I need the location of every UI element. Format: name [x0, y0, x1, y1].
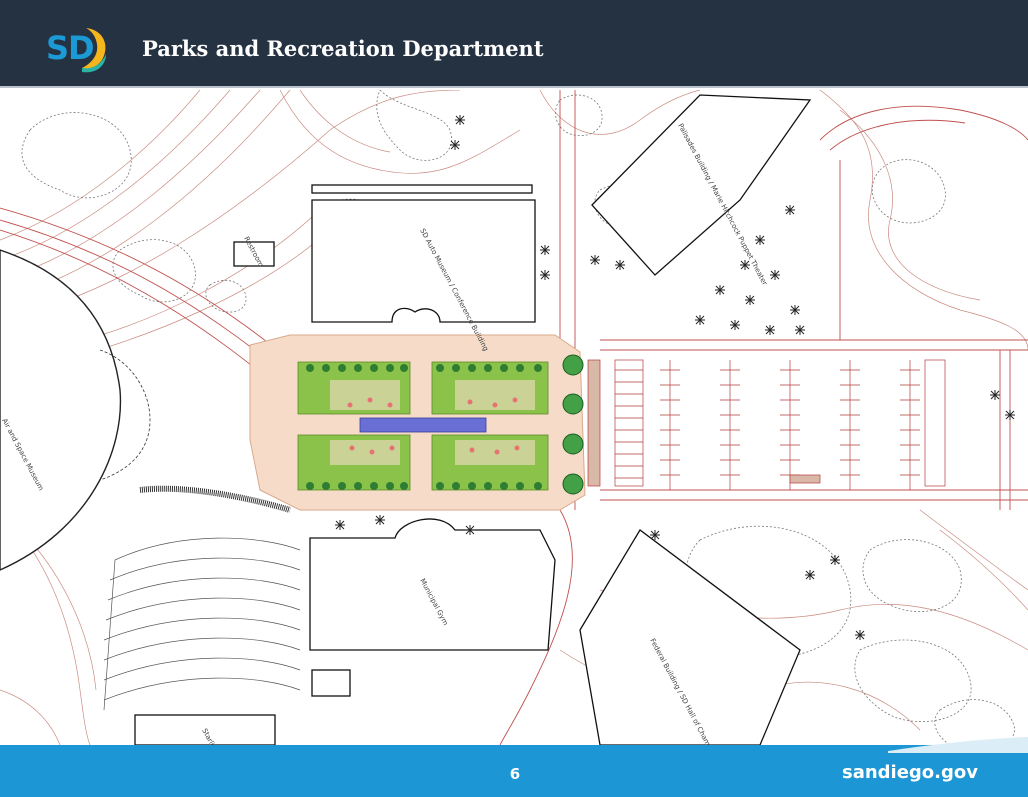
page-number: 6 — [509, 765, 521, 783]
page-title: Parks and Recreation Department — [142, 36, 544, 61]
reflecting-pool — [359, 417, 487, 433]
footer-bar: 6 sandiego.gov — [0, 737, 1028, 797]
sun-wave-icon — [82, 28, 106, 73]
header-bar: SD Parks and Recreation Department — [0, 0, 1028, 88]
sd-logo: SD — [40, 20, 110, 76]
site-plan-drawing: SD Auto Museum / Conference Building Res… — [0, 90, 1028, 745]
footer-swoosh — [888, 737, 1028, 753]
site-plan: SD Auto Museum / Conference Building Res… — [0, 90, 1028, 745]
website-link[interactable]: sandiego.gov — [842, 762, 978, 783]
